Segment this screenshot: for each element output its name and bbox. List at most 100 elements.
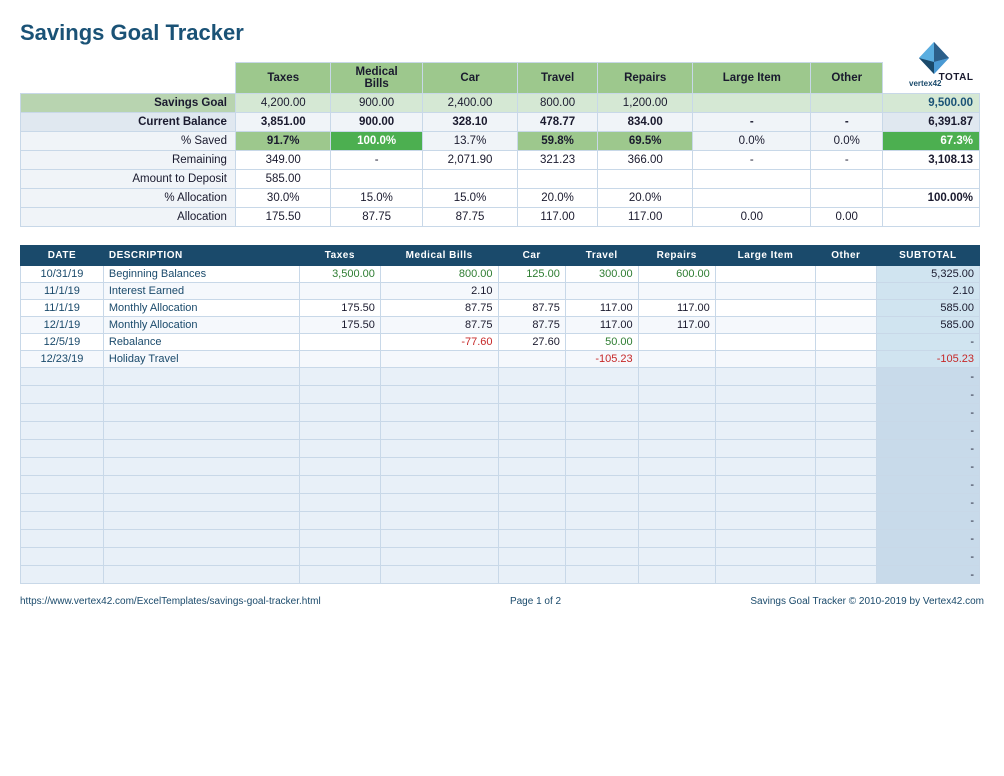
dr-other bbox=[816, 317, 877, 334]
dr-car bbox=[498, 283, 565, 300]
al-car: 87.75 bbox=[422, 208, 518, 227]
table-row: - bbox=[21, 458, 980, 476]
dr-subtotal: 5,325.00 bbox=[876, 266, 979, 283]
page-title: Savings Goal Tracker bbox=[20, 20, 984, 46]
logo: vertex42 bbox=[904, 40, 964, 90]
pa-total: 100.00% bbox=[883, 189, 980, 208]
col-header-large: Large Item bbox=[693, 63, 811, 94]
cb-travel: 478.77 bbox=[518, 113, 598, 132]
dh-car: Car bbox=[498, 246, 565, 266]
current-balance-row: Current Balance 3,851.00 900.00 328.10 4… bbox=[21, 113, 980, 132]
al-travel: 117.00 bbox=[518, 208, 598, 227]
al-medical: 87.75 bbox=[331, 208, 422, 227]
sg-medical: 900.00 bbox=[331, 94, 422, 113]
dr-subtotal: 585.00 bbox=[876, 300, 979, 317]
cb-repairs: 834.00 bbox=[597, 113, 693, 132]
table-row: 12/5/19 Rebalance -77.60 27.60 50.00 - bbox=[21, 334, 980, 351]
footer-link[interactable]: https://www.vertex42.com/ExcelTemplates/… bbox=[20, 596, 321, 607]
dh-other: Other bbox=[816, 246, 877, 266]
dr-taxes bbox=[299, 283, 380, 300]
al-repairs: 117.00 bbox=[597, 208, 693, 227]
dr-repairs bbox=[638, 283, 715, 300]
dep-medical bbox=[331, 170, 422, 189]
sg-repairs: 1,200.00 bbox=[597, 94, 693, 113]
dh-date: DATE bbox=[21, 246, 104, 266]
cb-large: - bbox=[693, 113, 811, 132]
dr-desc: Monthly Allocation bbox=[103, 317, 299, 334]
rem-car: 2,071.90 bbox=[422, 151, 518, 170]
table-row: - bbox=[21, 548, 980, 566]
dr-travel: 117.00 bbox=[565, 317, 638, 334]
dr-travel bbox=[565, 283, 638, 300]
table-row: - bbox=[21, 404, 980, 422]
dr-desc: Holiday Travel bbox=[103, 351, 299, 368]
dr-desc: Interest Earned bbox=[103, 283, 299, 300]
al-taxes: 175.50 bbox=[235, 208, 331, 227]
detail-header-row: DATE DESCRIPTION Taxes Medical Bills Car… bbox=[21, 246, 980, 266]
rem-taxes: 349.00 bbox=[235, 151, 331, 170]
pct-saved-label: % Saved bbox=[21, 132, 236, 151]
summary-table: Taxes MedicalBills Car Travel Repairs La… bbox=[20, 62, 980, 227]
sg-taxes: 4,200.00 bbox=[235, 94, 331, 113]
al-other: 0.00 bbox=[811, 208, 883, 227]
col-header-repairs: Repairs bbox=[597, 63, 693, 94]
dr-subtotal: -105.23 bbox=[876, 351, 979, 368]
dr-medical: 87.75 bbox=[380, 317, 498, 334]
pa-taxes: 30.0% bbox=[235, 189, 331, 208]
pct-allocation-row: % Allocation 30.0% 15.0% 15.0% 20.0% 20.… bbox=[21, 189, 980, 208]
table-row: - bbox=[21, 530, 980, 548]
ps-taxes: 91.7% bbox=[235, 132, 331, 151]
al-large: 0.00 bbox=[693, 208, 811, 227]
pct-saved-row: % Saved 91.7% 100.0% 13.7% 59.8% 69.5% 0… bbox=[21, 132, 980, 151]
cb-car: 328.10 bbox=[422, 113, 518, 132]
dr-large bbox=[715, 334, 815, 351]
dr-other bbox=[816, 266, 877, 283]
sg-car: 2,400.00 bbox=[422, 94, 518, 113]
table-row: - bbox=[21, 476, 980, 494]
cb-total: 6,391.87 bbox=[883, 113, 980, 132]
dr-travel: -105.23 bbox=[565, 351, 638, 368]
deposit-row: Amount to Deposit 585.00 bbox=[21, 170, 980, 189]
ps-travel: 59.8% bbox=[518, 132, 598, 151]
dr-date: 11/1/19 bbox=[21, 300, 104, 317]
dr-repairs: 117.00 bbox=[638, 317, 715, 334]
dr-repairs bbox=[638, 334, 715, 351]
ps-repairs: 69.5% bbox=[597, 132, 693, 151]
dr-medical: 87.75 bbox=[380, 300, 498, 317]
col-header-travel: Travel bbox=[518, 63, 598, 94]
dr-medical: -77.60 bbox=[380, 334, 498, 351]
dep-car bbox=[422, 170, 518, 189]
dr-travel: 300.00 bbox=[565, 266, 638, 283]
page-footer: https://www.vertex42.com/ExcelTemplates/… bbox=[20, 596, 984, 607]
dep-total bbox=[883, 170, 980, 189]
table-row: - bbox=[21, 368, 980, 386]
remaining-label: Remaining bbox=[21, 151, 236, 170]
dr-car: 27.60 bbox=[498, 334, 565, 351]
table-row: 12/1/19 Monthly Allocation 175.50 87.75 … bbox=[21, 317, 980, 334]
dr-other bbox=[816, 334, 877, 351]
al-total bbox=[883, 208, 980, 227]
dr-taxes: 175.50 bbox=[299, 317, 380, 334]
svg-text:vertex42: vertex42 bbox=[909, 79, 942, 88]
pa-other bbox=[811, 189, 883, 208]
dr-other bbox=[816, 283, 877, 300]
table-row: 10/31/19 Beginning Balances 3,500.00 800… bbox=[21, 266, 980, 283]
table-row: - bbox=[21, 494, 980, 512]
dr-repairs bbox=[638, 351, 715, 368]
dr-car: 125.00 bbox=[498, 266, 565, 283]
cb-taxes: 3,851.00 bbox=[235, 113, 331, 132]
dep-travel bbox=[518, 170, 598, 189]
dr-car bbox=[498, 351, 565, 368]
dr-repairs: 117.00 bbox=[638, 300, 715, 317]
dep-repairs bbox=[597, 170, 693, 189]
dr-large bbox=[715, 317, 815, 334]
rem-medical: - bbox=[331, 151, 422, 170]
deposit-label: Amount to Deposit bbox=[21, 170, 236, 189]
current-balance-label: Current Balance bbox=[21, 113, 236, 132]
table-row: - bbox=[21, 440, 980, 458]
footer-copyright: Savings Goal Tracker © 2010-2019 by Vert… bbox=[750, 596, 984, 607]
dr-large bbox=[715, 266, 815, 283]
sg-other bbox=[811, 94, 883, 113]
dr-medical bbox=[380, 351, 498, 368]
rem-travel: 321.23 bbox=[518, 151, 598, 170]
